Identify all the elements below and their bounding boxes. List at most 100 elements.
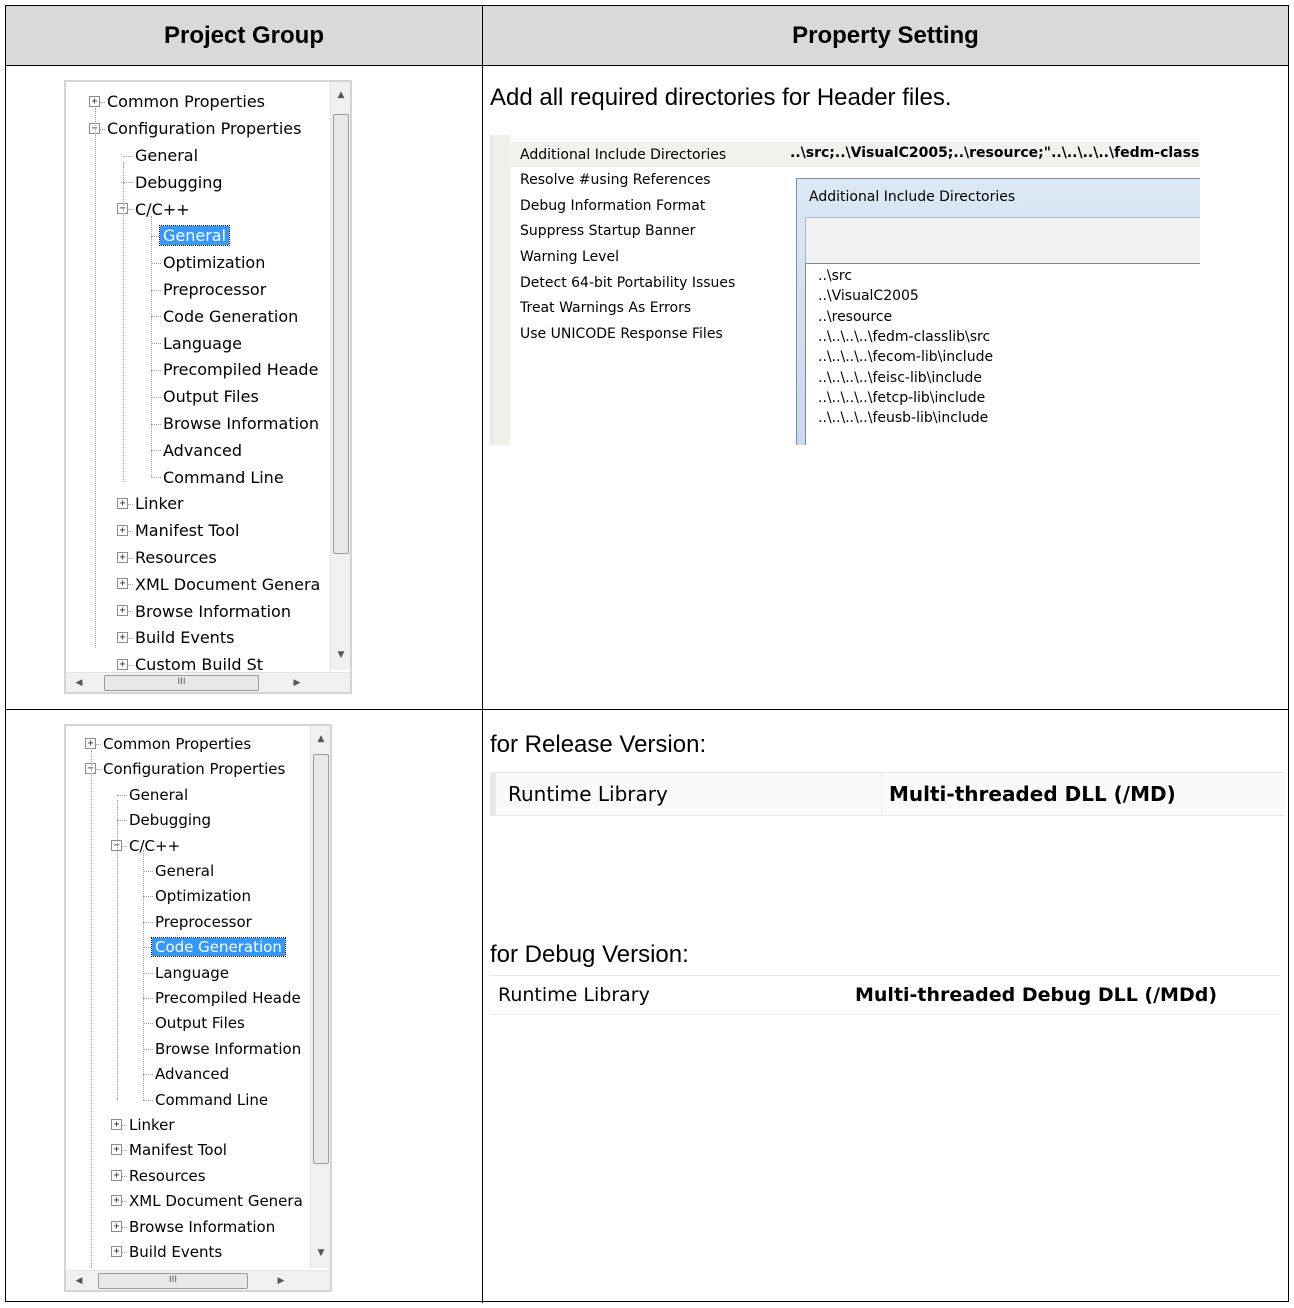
- tree-item[interactable]: Advanced: [160, 437, 245, 464]
- tree-item[interactable]: C/C++: [132, 196, 193, 223]
- tree-item[interactable]: Browse Information: [132, 598, 294, 625]
- expand-icon[interactable]: +: [85, 738, 96, 749]
- tree-item[interactable]: Preprocessor: [160, 276, 269, 303]
- expand-icon[interactable]: +: [117, 632, 128, 643]
- project-tree-bottom[interactable]: Common Properties + Configuration Properti…: [64, 724, 332, 1292]
- tree-item[interactable]: Language: [160, 330, 245, 357]
- tree-connector: [151, 262, 161, 264]
- expand-icon[interactable]: +: [111, 1220, 122, 1232]
- expand-icon[interactable]: +: [117, 605, 128, 617]
- directory-item[interactable]: ..\..\..\..\feusb-lib\include: [818, 410, 988, 426]
- expand-icon[interactable]: +: [117, 498, 128, 509]
- directory-list[interactable]: ..\src ..\VisualC2005 ..\resource ..\..\..\…: [805, 263, 1200, 445]
- horizontal-scrollbar[interactable]: ◀ III ▶: [66, 672, 350, 692]
- tree-item[interactable]: General: [152, 858, 217, 883]
- tree-item[interactable]: Command Line: [160, 464, 287, 491]
- tree-item[interactable]: Custom Build St: [126, 1265, 252, 1268]
- tree-item[interactable]: Output Files: [160, 383, 262, 410]
- tree-item[interactable]: Code Generation: [151, 935, 286, 960]
- tree-item[interactable]: Configuration Properties: [100, 757, 288, 782]
- expand-icon[interactable]: +: [117, 524, 128, 536]
- tree-item[interactable]: Advanced: [152, 1062, 232, 1087]
- debug-runtime-value[interactable]: Multi-threaded Debug DLL (/MDd): [855, 984, 1217, 1006]
- scroll-thumb[interactable]: [333, 114, 349, 554]
- directory-item[interactable]: ..\src: [818, 268, 852, 284]
- row-divider: [6, 709, 1288, 710]
- expand-icon[interactable]: +: [111, 1144, 122, 1156]
- horizontal-scrollbar[interactable]: ◀ III ▶: [66, 1270, 330, 1290]
- include-directories-value[interactable]: ..\src;..\VisualC2005;..\resource;"..\..…: [790, 145, 1200, 161]
- tree-item[interactable]: Browse Information: [160, 410, 322, 437]
- expand-icon[interactable]: +: [111, 1246, 122, 1257]
- scroll-thumb[interactable]: [313, 754, 329, 1164]
- tree-item[interactable]: Manifest Tool: [132, 517, 242, 544]
- tree-item[interactable]: XML Document Genera: [126, 1189, 306, 1214]
- tree-item-label: Manifest Tool: [129, 1141, 227, 1160]
- tree-item-label: Precompiled Heade: [155, 988, 301, 1007]
- tree-item[interactable]: Linker: [126, 1112, 178, 1137]
- expand-icon[interactable]: +: [111, 1169, 122, 1181]
- h-scroll-thumb[interactable]: III: [98, 1273, 248, 1289]
- tree-connector: [143, 871, 153, 872]
- expand-icon[interactable]: +: [117, 551, 128, 563]
- tree-item[interactable]: Configuration Properties: [104, 115, 304, 142]
- tree-item[interactable]: Command Line: [152, 1087, 271, 1112]
- scroll-down-arrow-icon[interactable]: ▼: [331, 646, 350, 664]
- scroll-right-arrow-icon[interactable]: ▶: [272, 1271, 290, 1290]
- tree-item[interactable]: Debugging: [126, 808, 214, 833]
- tree-item[interactable]: Resources: [132, 544, 220, 571]
- tree-item[interactable]: Language: [152, 960, 232, 985]
- tree-item[interactable]: XML Document Genera: [132, 571, 323, 598]
- expand-icon[interactable]: +: [111, 1195, 122, 1207]
- tree-item[interactable]: Code Generation: [160, 303, 301, 330]
- expand-icon[interactable]: +: [117, 578, 128, 590]
- tree-item[interactable]: Manifest Tool: [126, 1138, 230, 1163]
- scroll-left-arrow-icon[interactable]: ◀: [70, 1271, 88, 1290]
- scroll-down-arrow-icon[interactable]: ▼: [311, 1244, 330, 1262]
- release-runtime-value[interactable]: Multi-threaded DLL (/MD): [889, 782, 1176, 806]
- tree-item[interactable]: Precompiled Heade: [160, 357, 321, 384]
- tree-item[interactable]: Preprocessor: [152, 909, 255, 934]
- tree-item[interactable]: General: [126, 782, 191, 807]
- scroll-up-arrow-icon[interactable]: ▲: [311, 730, 330, 748]
- directory-item[interactable]: ..\..\..\..\feisc-lib\include: [818, 370, 982, 386]
- tree-item[interactable]: Custom Build St: [132, 651, 266, 670]
- directory-item[interactable]: ..\VisualC2005: [818, 288, 919, 304]
- tree-item[interactable]: Common Properties: [100, 731, 254, 756]
- tree-item[interactable]: Browse Information: [126, 1214, 278, 1239]
- header-files-instruction: Add all required directories for Header …: [490, 84, 952, 111]
- h-scroll-thumb[interactable]: III: [104, 675, 259, 691]
- release-runtime-row[interactable]: Runtime Library Multi-threaded DLL (/MD): [490, 772, 1285, 816]
- tree-item[interactable]: Precompiled Heade: [152, 985, 304, 1010]
- tree-item[interactable]: Build Events: [132, 625, 237, 652]
- vertical-scrollbar[interactable]: ▲ ▼: [310, 726, 330, 1268]
- expand-icon[interactable]: +: [111, 1119, 122, 1130]
- directory-item[interactable]: ..\resource: [818, 309, 892, 325]
- tree-item[interactable]: Debugging: [132, 169, 226, 196]
- tree-item[interactable]: Resources: [126, 1163, 209, 1188]
- tree-item[interactable]: Optimization: [160, 249, 268, 276]
- tree-item[interactable]: Linker: [132, 491, 187, 518]
- tree-item[interactable]: Optimization: [152, 884, 254, 909]
- scroll-right-arrow-icon[interactable]: ▶: [288, 673, 306, 692]
- directory-item[interactable]: ..\..\..\..\fetcp-lib\include: [818, 390, 985, 406]
- tree-item[interactable]: C/C++: [126, 833, 183, 858]
- directory-item[interactable]: ..\..\..\..\fedm-classlib\src: [818, 329, 990, 345]
- debug-runtime-row[interactable]: Runtime Library Multi-threaded Debug DLL…: [490, 975, 1280, 1015]
- property-name: Warning Level: [520, 248, 619, 265]
- tree-item[interactable]: Build Events: [126, 1239, 225, 1264]
- scroll-left-arrow-icon[interactable]: ◀: [70, 673, 88, 692]
- tree-item-label: XML Document Genera: [135, 574, 321, 594]
- tree-item[interactable]: Browse Information: [152, 1036, 304, 1061]
- tree-item[interactable]: General: [132, 142, 201, 169]
- expand-icon[interactable]: +: [117, 658, 128, 670]
- tree-item[interactable]: Common Properties: [104, 89, 268, 116]
- vertical-scrollbar[interactable]: ▲ ▼: [330, 82, 350, 670]
- tree-item[interactable]: Output Files: [152, 1011, 248, 1036]
- directory-item[interactable]: ..\..\..\..\fecom-lib\include: [818, 349, 993, 365]
- tree-item-label: Configuration Properties: [103, 760, 286, 779]
- scroll-up-arrow-icon[interactable]: ▲: [331, 86, 350, 104]
- expand-icon[interactable]: +: [89, 96, 100, 107]
- tree-item[interactable]: General: [158, 223, 231, 250]
- project-tree-top[interactable]: Common Properties + Configuration Properti…: [64, 80, 352, 694]
